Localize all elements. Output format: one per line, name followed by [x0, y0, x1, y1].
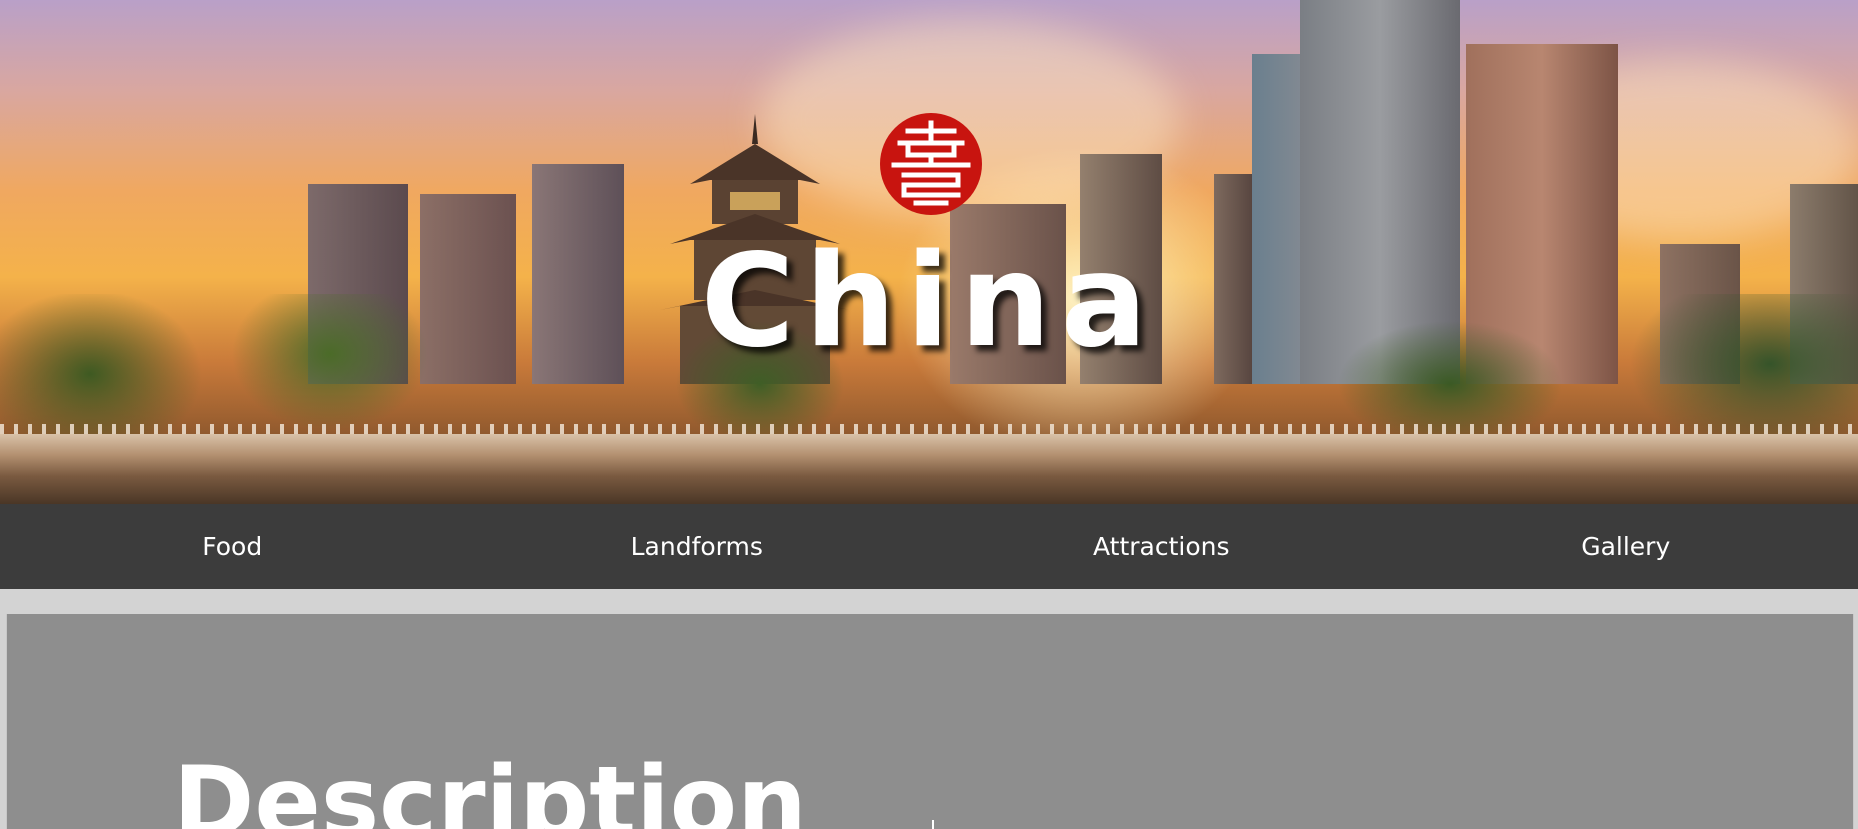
column-divider [932, 820, 934, 829]
nav-item-landforms[interactable]: Landforms [465, 504, 930, 589]
nav-item-gallery[interactable]: Gallery [1394, 504, 1858, 589]
nav-item-attractions[interactable]: Attractions [929, 504, 1394, 589]
hero-banner: China [0, 0, 1858, 504]
page-title: China [700, 227, 1158, 376]
description-section: Description [6, 614, 1854, 829]
stone-bridge [0, 434, 1858, 504]
main-navbar: Food Landforms Attractions Gallery [0, 504, 1858, 589]
nav-item-food[interactable]: Food [0, 504, 465, 589]
shou-longevity-symbol-icon [880, 113, 982, 215]
section-heading: Description [173, 746, 807, 829]
